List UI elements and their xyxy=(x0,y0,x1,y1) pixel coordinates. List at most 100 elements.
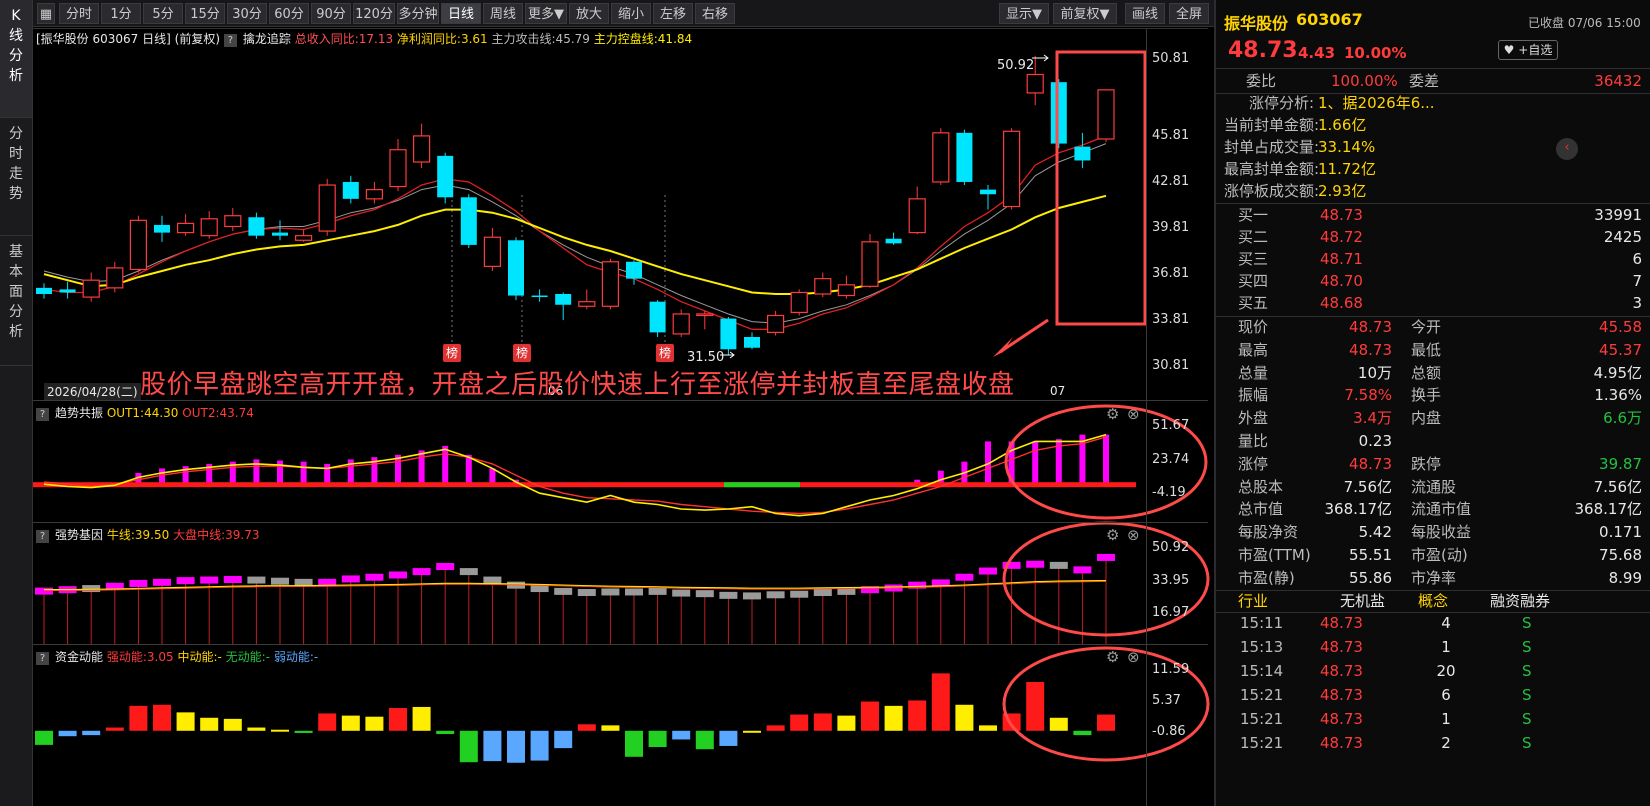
tick-volume: 20 xyxy=(1436,662,1456,680)
limit-info-label: 封单占成交量: xyxy=(1224,138,1320,156)
y-tick: 42.81 xyxy=(1152,174,1190,189)
margin-tag[interactable]: 融资融券 xyxy=(1490,590,1550,613)
momentum-bar xyxy=(412,706,431,731)
candle-body-up xyxy=(837,284,856,297)
gear-icon[interactable]: ⚙ xyxy=(1106,405,1119,423)
close-icon[interactable]: ⊗ xyxy=(1127,526,1140,544)
close-icon[interactable]: ⊗ xyxy=(1127,405,1140,423)
gene-block xyxy=(672,589,691,597)
bid-label: 买二 xyxy=(1238,228,1269,246)
help-icon[interactable]: ? xyxy=(36,530,49,543)
y-tick: 33.81 xyxy=(1152,312,1190,327)
gene-block xyxy=(1097,553,1115,561)
limit-info-value: 33.14% xyxy=(1318,138,1376,156)
candle-body-up xyxy=(129,219,147,271)
candle-body-up xyxy=(932,132,950,183)
candle-body-down xyxy=(437,155,454,198)
stat-label: 内盘 xyxy=(1411,409,1442,428)
limit-info-value: 2.93亿 xyxy=(1318,182,1367,200)
panel1-red-line xyxy=(43,436,1107,515)
help-icon[interactable]: ? xyxy=(36,652,49,665)
gene-block xyxy=(1026,560,1045,568)
gene-block xyxy=(530,585,549,593)
momentum-bar xyxy=(200,717,219,731)
bid-row: 买三 48.71 6 xyxy=(1216,248,1650,271)
y-tick: 51.67 xyxy=(1152,418,1190,433)
stat-label: 振幅 xyxy=(1238,386,1269,405)
bid-price: 48.72 xyxy=(1320,228,1363,246)
panel2-header: ? 强势基因 牛线:39.50 大盘中线:39.73 xyxy=(36,526,259,544)
stat-label: 市盈(TTM) xyxy=(1238,546,1311,564)
trend-bar xyxy=(1032,441,1039,485)
candle-body-up xyxy=(295,235,313,241)
candle-body-down xyxy=(956,132,973,182)
stat-value: 39.87 xyxy=(1599,454,1642,473)
bid-label: 买三 xyxy=(1238,250,1269,268)
industry-tag-label[interactable]: 行业 xyxy=(1238,590,1268,613)
momentum-bar xyxy=(1073,730,1092,736)
panel1-yellow-line xyxy=(43,433,1107,517)
industry-tag-value[interactable]: 无机盐 xyxy=(1340,590,1385,613)
tick-time: 15:21 xyxy=(1240,686,1284,704)
gene-block xyxy=(129,579,148,587)
stat-value: 0.171 xyxy=(1599,523,1642,542)
panel3-name: 资金动能 xyxy=(55,650,104,664)
stat-row: 总市值 368.17亿 流通市值 368.17亿 xyxy=(1216,498,1650,521)
bid-price: 48.68 xyxy=(1320,294,1363,312)
momentum-bar xyxy=(766,725,785,731)
gene-block xyxy=(223,576,242,584)
momentum-bar xyxy=(601,725,620,731)
gear-icon[interactable]: ⚙ xyxy=(1106,526,1119,544)
momentum-bar xyxy=(223,718,242,731)
stat-value: 7.56亿 xyxy=(1343,477,1392,496)
x-label-07: 07 xyxy=(1050,384,1066,398)
tick-time: 15:21 xyxy=(1240,734,1284,752)
bid-volume: 33991 xyxy=(1594,206,1642,224)
stat-label: 流通股 xyxy=(1411,477,1457,496)
gene-block xyxy=(743,592,761,600)
candle-body-down xyxy=(59,289,76,293)
momentum-bar xyxy=(105,727,124,731)
gear-icon[interactable]: ⚙ xyxy=(1106,648,1119,666)
add-watchlist-button[interactable]: ♥ +自选 xyxy=(1498,40,1558,60)
panel2-bull: 牛线:39.50 xyxy=(106,528,170,542)
close-icon[interactable]: ⊗ xyxy=(1127,648,1140,666)
tick-price: 48.73 xyxy=(1320,710,1363,728)
stat-label: 市盈(动) xyxy=(1411,546,1468,564)
help-icon[interactable]: ? xyxy=(36,408,49,421)
limit-info-row: 涨停分析: 1、据2026年6... xyxy=(1216,92,1650,115)
tick-row: 15:14 48.73 20 S xyxy=(1216,660,1650,683)
low-price-label: 31.50 xyxy=(687,350,725,365)
panel1-header: ? 趋势共振 OUT1:44.30 OUT2:43.74 xyxy=(36,404,254,422)
panel2-mid: 大盘中线:39.73 xyxy=(173,528,260,542)
gene-block xyxy=(459,568,478,576)
candle-body-up xyxy=(413,135,431,163)
gene-block xyxy=(1049,561,1068,569)
momentum-bar xyxy=(35,730,53,745)
concept-tag[interactable]: 概念 xyxy=(1418,590,1448,613)
bid-volume: 6 xyxy=(1632,250,1642,268)
annotation-text: 股价早盘跳空高开开盘，开盘之后股价快速上行至涨停并封板直至尾盘收盘 xyxy=(140,370,1015,400)
y-tick: 33.95 xyxy=(1152,573,1190,588)
momentum-bar xyxy=(389,708,407,731)
stat-row: 总量 10万 总额 4.95亿 xyxy=(1216,362,1650,385)
momentum-bar xyxy=(341,715,360,731)
limit-info-value: 1.66亿 xyxy=(1318,116,1367,134)
stat-label: 每股收益 xyxy=(1411,523,1472,542)
stock-name: 振华股份 xyxy=(1224,14,1289,33)
list-badge[interactable]: 榜 xyxy=(443,344,461,362)
tick-side: S xyxy=(1522,734,1532,752)
limit-info-row: 当前封单金额: 1.66亿 xyxy=(1216,114,1650,137)
candle-body-up xyxy=(814,278,832,295)
stat-label: 总量 xyxy=(1238,363,1269,382)
list-badge[interactable]: 榜 xyxy=(513,344,531,362)
weicha-label: 委差 xyxy=(1409,72,1440,90)
bid-row: 买四 48.70 7 xyxy=(1216,270,1650,293)
stat-label: 每股净资 xyxy=(1238,523,1299,542)
trend-bar xyxy=(489,468,496,485)
stat-label: 外盘 xyxy=(1238,409,1269,428)
list-badge[interactable]: 榜 xyxy=(656,344,674,362)
limit-info-row: 涨停板成交额: 2.93亿 xyxy=(1216,180,1650,203)
kline-chart[interactable] xyxy=(0,0,1212,806)
gene-block xyxy=(35,587,53,595)
